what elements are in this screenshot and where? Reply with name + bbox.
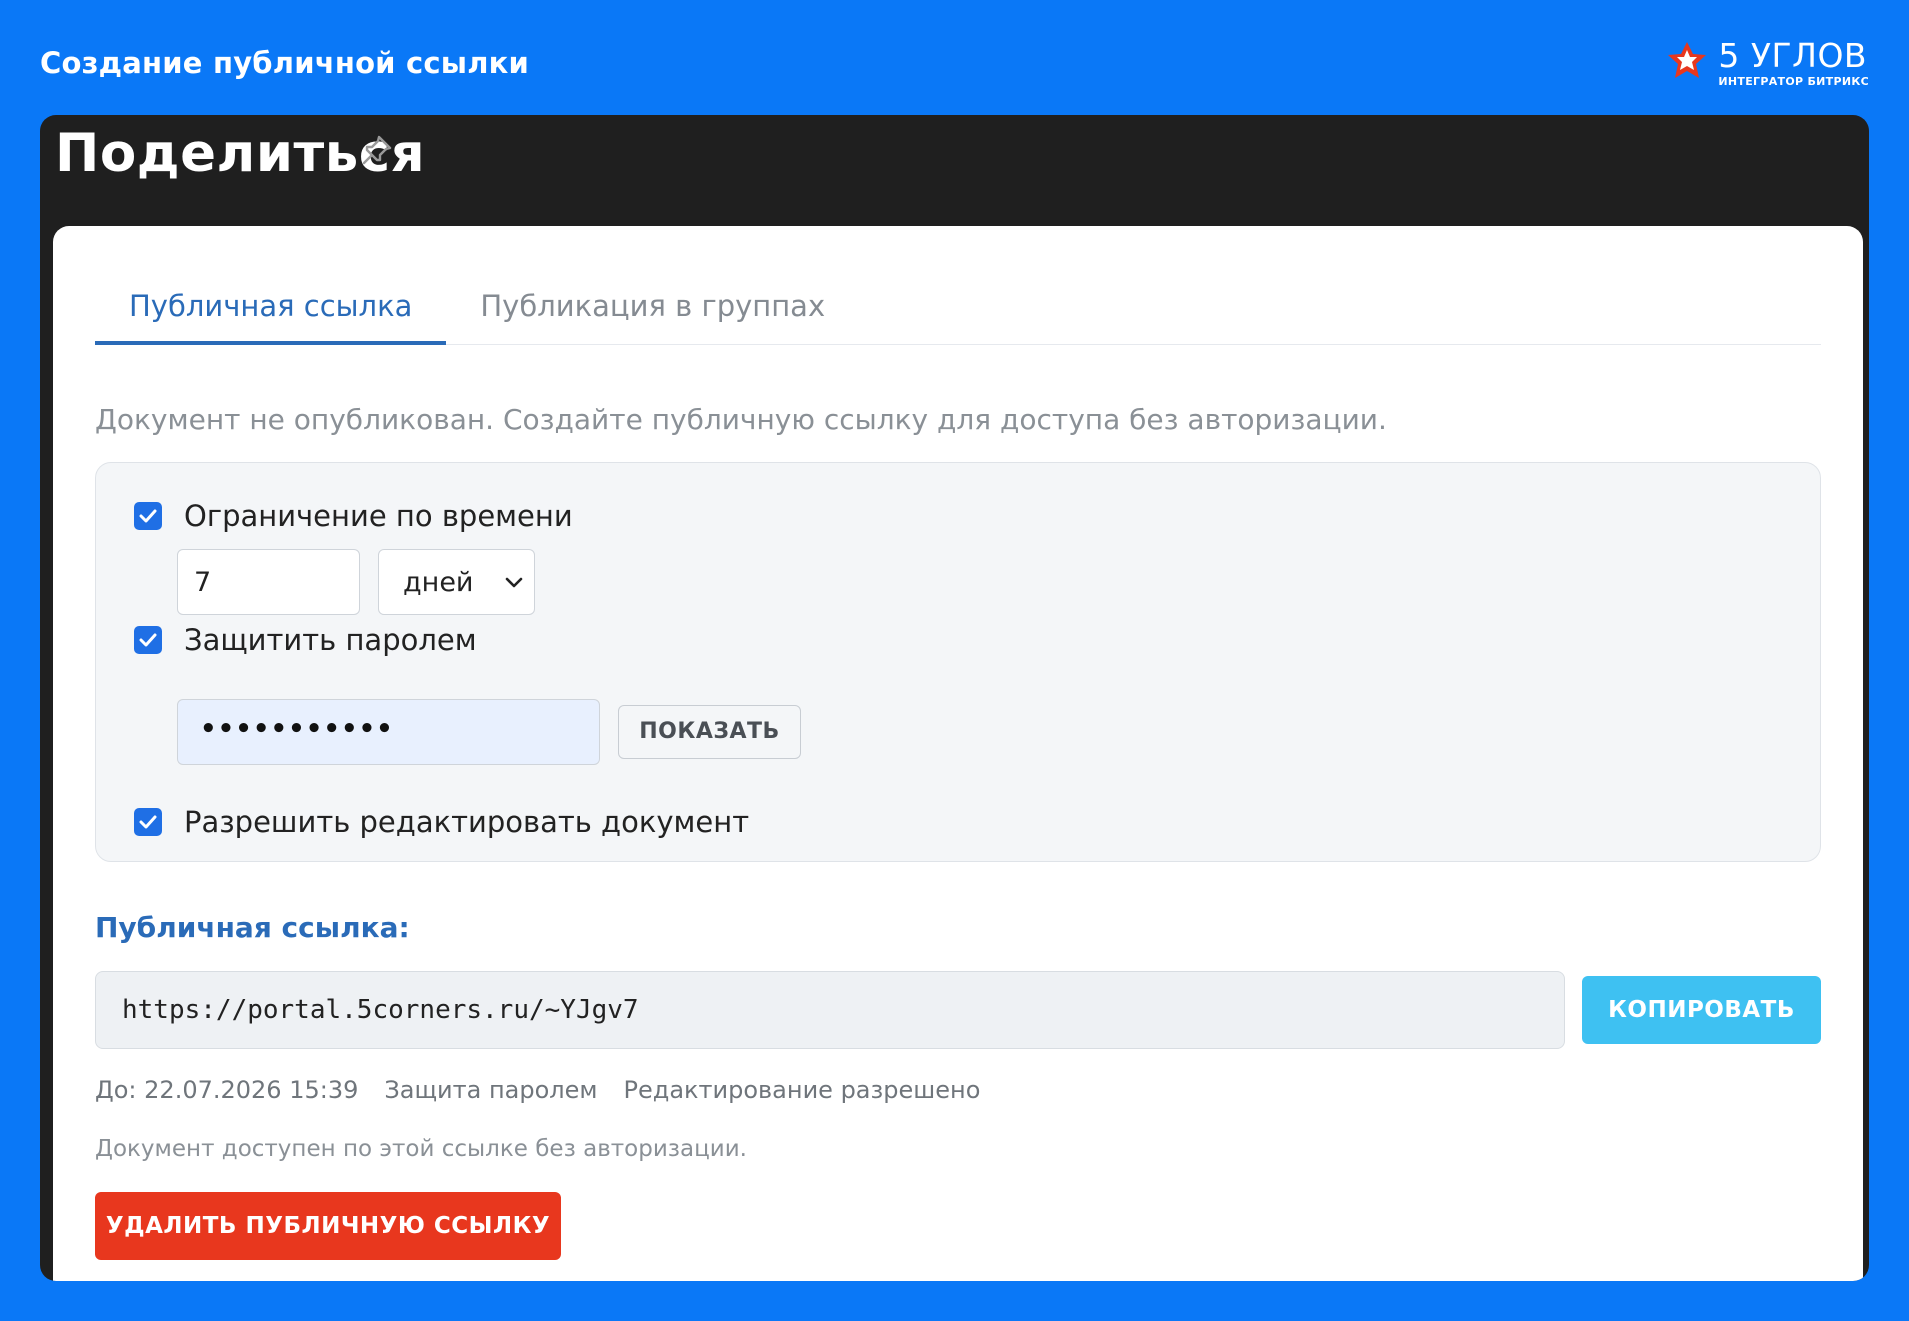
brand-star-icon <box>1668 42 1707 78</box>
chevron-down-icon <box>505 577 523 588</box>
status-notice: Документ не опубликован. Создайте публич… <box>95 403 1387 436</box>
time-limit-row: Ограничение по времени <box>134 499 573 533</box>
tab-public-link[interactable]: Публичная ссылка <box>95 276 447 345</box>
password-input[interactable]: ••••••••••• <box>177 699 600 765</box>
access-note: Документ доступен по этой ссылке без авт… <box>95 1136 747 1162</box>
public-link-heading: Публичная ссылка: <box>95 911 410 944</box>
check-icon <box>139 633 157 647</box>
tab-group-publication[interactable]: Публикация в группах <box>446 276 859 345</box>
options-box: Ограничение по времени 7 дней Защитить п… <box>95 462 1821 862</box>
window-header: Поделиться <box>40 115 1869 225</box>
password-label: Защитить паролем <box>184 623 477 657</box>
allow-edit-label: Разрешить редактировать документ <box>184 805 750 839</box>
edit-status: Редактирование разрешено <box>623 1076 981 1104</box>
show-password-button[interactable]: ПОКАЗАТЬ <box>618 705 801 759</box>
brand-name: 5 УГЛОВ <box>1718 36 1868 75</box>
share-window: Поделиться Публичная ссылка Публикация в… <box>40 115 1869 1281</box>
share-panel: Публичная ссылка Публикация в группах До… <box>53 226 1863 1281</box>
time-limit-checkbox[interactable] <box>134 502 162 530</box>
brand-logo: 5 УГЛОВ ИНТЕГРАТОР БИТРИКС <box>1666 38 1869 88</box>
duration-unit-select[interactable]: дней <box>378 549 535 615</box>
brand-subtitle: ИНТЕГРАТОР БИТРИКС <box>1718 75 1869 88</box>
delete-link-button[interactable]: УДАЛИТЬ ПУБЛИЧНУЮ ССЫЛКУ <box>95 1192 561 1260</box>
check-icon <box>139 815 157 829</box>
link-meta: До: 22.07.2026 15:39 Защита паролем Реда… <box>95 1076 1006 1104</box>
copy-button[interactable]: КОПИРОВАТЬ <box>1582 976 1821 1044</box>
password-checkbox[interactable] <box>134 626 162 654</box>
time-limit-label: Ограничение по времени <box>184 499 573 533</box>
tab-bar: Публичная ссылка Публикация в группах <box>95 276 1821 345</box>
duration-input[interactable]: 7 <box>177 549 360 615</box>
duration-unit-value: дней <box>403 567 474 598</box>
password-status: Защита паролем <box>384 1076 598 1104</box>
password-row: Защитить паролем <box>134 623 477 657</box>
check-icon <box>139 509 157 523</box>
public-url-field[interactable]: https://portal.5corners.ru/~YJgv7 <box>95 971 1565 1049</box>
frame-title: Создание публичной ссылки <box>40 46 530 80</box>
allow-edit-row: Разрешить редактировать документ <box>134 805 749 839</box>
pin-icon[interactable] <box>360 133 394 167</box>
expiry-info: До: 22.07.2026 15:39 <box>95 1076 359 1104</box>
allow-edit-checkbox[interactable] <box>134 808 162 836</box>
